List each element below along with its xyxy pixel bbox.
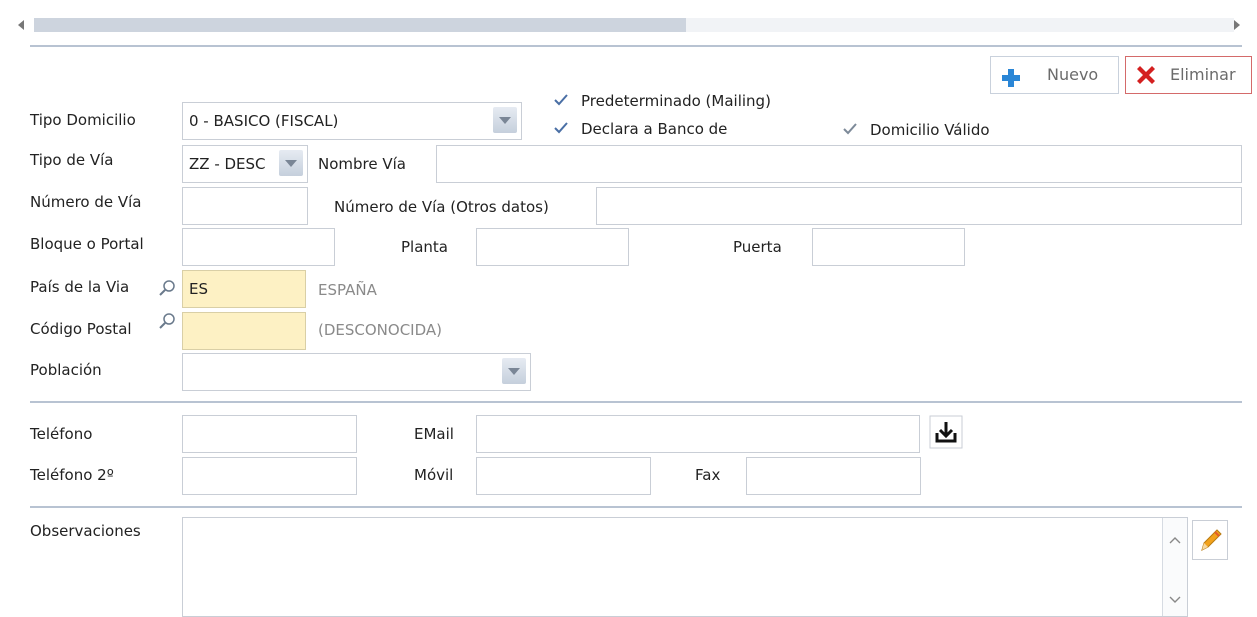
nombre-via-label: Nombre Vía — [318, 155, 406, 173]
scroll-down-icon[interactable] — [1169, 590, 1181, 608]
numero-via-otros-input[interactable] — [596, 187, 1242, 225]
telefono2-label: Teléfono 2º — [30, 466, 114, 484]
eliminar-button[interactable]: Eliminar — [1125, 56, 1252, 94]
scroll-left-arrow-icon[interactable] — [18, 20, 24, 30]
textarea-scrollbar[interactable] — [1162, 518, 1187, 616]
email-input[interactable] — [476, 415, 920, 453]
tipo-via-label: Tipo de Vía — [30, 151, 114, 169]
codigo-postal-label: Código Postal — [30, 320, 132, 338]
magnifier-icon[interactable] — [158, 279, 176, 297]
nuevo-button[interactable]: Nuevo — [990, 56, 1119, 94]
separator-middle — [30, 401, 1242, 403]
eliminar-label: Eliminar — [1170, 65, 1236, 84]
red-x-icon — [1134, 63, 1158, 87]
scroll-thumb[interactable] — [34, 18, 686, 32]
tipo-domicilio-label: Tipo Domicilio — [30, 111, 136, 129]
chevron-down-icon[interactable] — [502, 358, 526, 384]
planta-input[interactable] — [476, 228, 629, 266]
scroll-up-icon[interactable] — [1169, 530, 1181, 548]
codigo-postal-input[interactable] — [182, 312, 306, 350]
domicilio-valido-label: Domicilio Válido — [870, 121, 990, 139]
predeterminado-checkbox[interactable] — [553, 92, 569, 108]
planta-label: Planta — [401, 238, 448, 256]
pais-name: ESPAÑA — [318, 281, 377, 299]
tipo-via-select[interactable]: ZZ - DESC — [182, 145, 308, 183]
fax-label: Fax — [695, 466, 721, 484]
telefono-label: Teléfono — [30, 425, 93, 443]
tipo-via-value: ZZ - DESC — [189, 155, 266, 173]
telefono-input[interactable] — [182, 415, 357, 453]
pais-code-input[interactable]: ES — [182, 270, 306, 308]
poblacion-label: Población — [30, 361, 102, 379]
tipo-domicilio-select[interactable]: 0 - BASICO (FISCAL) — [182, 102, 522, 140]
numero-via-input[interactable] — [182, 187, 308, 225]
chevron-down-icon[interactable] — [493, 107, 517, 133]
separator-top — [30, 45, 1242, 47]
numero-via-otros-label: Número de Vía (Otros datos) — [334, 198, 549, 216]
poblacion-select[interactable] — [182, 353, 531, 391]
pais-code-value: ES — [189, 280, 208, 298]
fax-input[interactable] — [746, 457, 921, 495]
separator-bottom — [30, 506, 1242, 508]
telefono2-input[interactable] — [182, 457, 357, 495]
tipo-domicilio-value: 0 - BASICO (FISCAL) — [189, 112, 339, 130]
observaciones-label: Observaciones — [30, 522, 141, 540]
puerta-label: Puerta — [733, 238, 782, 256]
pais-label: País de la Via — [30, 278, 130, 296]
chevron-down-icon[interactable] — [279, 150, 303, 176]
declara-checkbox[interactable] — [553, 120, 569, 136]
predeterminado-label: Predeterminado (Mailing) — [581, 92, 771, 110]
nombre-via-input[interactable] — [436, 145, 1242, 183]
bloque-label: Bloque o Portal — [30, 235, 144, 253]
observaciones-textarea[interactable] — [182, 517, 1188, 617]
email-label: EMail — [414, 425, 454, 443]
movil-label: Móvil — [414, 466, 454, 484]
puerta-input[interactable] — [812, 228, 965, 266]
domicilio-valido-checkbox[interactable] — [842, 121, 858, 137]
download-icon[interactable] — [929, 415, 963, 449]
declara-label: Declara a Banco de — [581, 120, 728, 138]
codigo-postal-name: (DESCONOCIDA) — [318, 321, 443, 339]
movil-input[interactable] — [476, 457, 651, 495]
pencil-icon[interactable] — [1192, 520, 1228, 560]
numero-via-label: Número de Vía — [30, 193, 142, 211]
nuevo-label: Nuevo — [1047, 65, 1099, 84]
bloque-input[interactable] — [182, 228, 335, 266]
scroll-right-arrow-icon[interactable] — [1234, 20, 1240, 30]
magnifier-icon[interactable] — [158, 312, 176, 330]
plus-icon — [1001, 65, 1021, 87]
